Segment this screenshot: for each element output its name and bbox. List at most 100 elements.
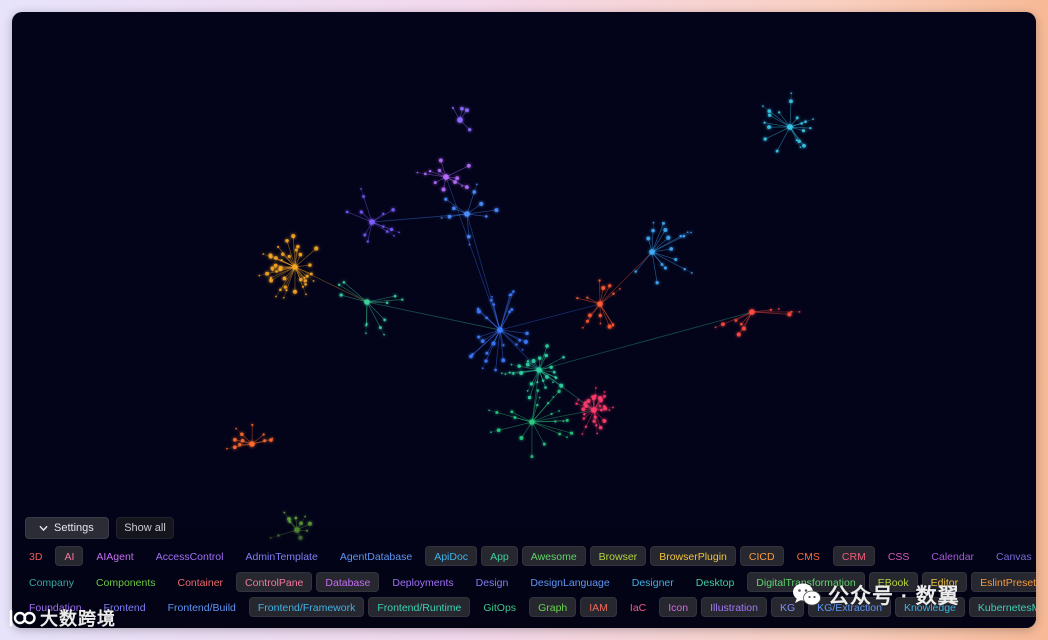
graph-node[interactable] <box>577 399 580 401</box>
graph-node[interactable] <box>581 326 584 329</box>
graph-node[interactable] <box>307 521 313 526</box>
graph-node[interactable] <box>714 326 717 329</box>
tag-chip[interactable]: CRM <box>832 546 875 566</box>
graph-node[interactable] <box>385 301 389 304</box>
graph-node[interactable] <box>232 445 237 450</box>
tag-chip[interactable]: 3D <box>20 546 51 566</box>
graph-node[interactable] <box>508 371 511 374</box>
graph-node[interactable] <box>576 297 579 300</box>
tag-chip[interactable]: Frontend/Runtime <box>368 597 471 617</box>
graph-node[interactable] <box>663 266 668 270</box>
graph-node[interactable] <box>592 419 596 423</box>
tag-chip[interactable]: Awesome <box>521 546 586 566</box>
graph-node[interactable] <box>586 398 591 403</box>
graph-node[interactable] <box>477 335 481 339</box>
graph-node[interactable] <box>663 227 668 233</box>
graph-node[interactable] <box>550 412 553 416</box>
graph-node[interactable] <box>552 381 554 384</box>
graph-node[interactable] <box>521 348 524 351</box>
graph-node[interactable] <box>294 516 298 520</box>
tag-chip[interactable]: EslintPreset <box>971 572 1036 592</box>
graph-node[interactable] <box>529 419 535 425</box>
graph-node[interactable] <box>581 433 584 435</box>
graph-node[interactable] <box>489 431 492 434</box>
graph-node[interactable] <box>598 279 601 282</box>
graph-node[interactable] <box>305 529 309 532</box>
tag-chip[interactable]: Design <box>467 572 518 592</box>
graph-node[interactable] <box>582 417 586 420</box>
graph-node[interactable] <box>263 439 267 443</box>
graph-node[interactable] <box>599 322 602 325</box>
graph-node[interactable] <box>455 176 460 181</box>
graph-node[interactable] <box>612 292 615 295</box>
graph-node[interactable] <box>452 206 456 211</box>
graph-node[interactable] <box>495 410 499 414</box>
graph-node[interactable] <box>597 301 603 307</box>
graph-node[interactable] <box>515 343 518 346</box>
graph-node[interactable] <box>469 354 473 359</box>
graph-node[interactable] <box>240 438 245 443</box>
graph-node[interactable] <box>382 212 385 215</box>
graph-node[interactable] <box>359 210 363 214</box>
graph-node[interactable] <box>652 221 655 224</box>
graph-node[interactable] <box>453 180 457 184</box>
graph-node[interactable] <box>494 368 497 372</box>
graph-node[interactable] <box>575 402 578 405</box>
graph-node[interactable] <box>490 298 493 302</box>
graph-node[interactable] <box>303 276 306 279</box>
graph-node[interactable] <box>542 442 546 446</box>
graph-node[interactable] <box>269 278 274 283</box>
graph-node[interactable] <box>608 284 612 288</box>
graph-node[interactable] <box>767 109 772 113</box>
graph-node[interactable] <box>763 137 767 141</box>
graph-node[interactable] <box>304 283 307 286</box>
graph-node[interactable] <box>601 285 606 291</box>
graph-node[interactable] <box>541 379 545 382</box>
graph-node[interactable] <box>661 221 665 225</box>
tag-chip[interactable]: AccessControl <box>147 546 233 566</box>
graph-node[interactable] <box>277 534 280 537</box>
graph-node[interactable] <box>527 395 532 400</box>
graph-node[interactable] <box>741 326 746 331</box>
tag-chip[interactable]: Frontend/Framework <box>248 597 365 617</box>
graph-node[interactable] <box>536 367 542 373</box>
graph-node[interactable] <box>485 351 489 355</box>
graph-node[interactable] <box>763 121 766 124</box>
graph-node[interactable] <box>554 376 558 380</box>
graph-node[interactable] <box>262 433 265 436</box>
graph-node[interactable] <box>674 257 678 262</box>
graph-node[interactable] <box>767 125 771 130</box>
graph-node[interactable] <box>444 197 448 201</box>
graph-node[interactable] <box>552 396 555 398</box>
graph-node[interactable] <box>382 225 385 228</box>
graph-node[interactable] <box>800 122 803 125</box>
graph-node[interactable] <box>790 310 793 313</box>
graph-node[interactable] <box>510 363 513 366</box>
graph-node[interactable] <box>441 187 446 192</box>
graph-node[interactable] <box>369 219 375 225</box>
graph-node[interactable] <box>389 227 394 232</box>
graph-node[interactable] <box>517 364 522 368</box>
graph-node[interactable] <box>485 316 488 320</box>
graph-node[interactable] <box>287 254 291 259</box>
graph-node[interactable] <box>270 266 275 271</box>
graph-node[interactable] <box>513 416 517 419</box>
graph-node[interactable] <box>393 294 397 298</box>
graph-node[interactable] <box>565 418 569 422</box>
graph-node[interactable] <box>777 111 781 114</box>
graph-node[interactable] <box>581 407 586 412</box>
graph-node[interactable] <box>500 372 503 375</box>
graph-node[interactable] <box>480 339 485 343</box>
graph-node[interactable] <box>457 117 463 123</box>
graph-node[interactable] <box>280 258 283 262</box>
graph-node[interactable] <box>510 308 514 312</box>
graph-node[interactable] <box>549 365 553 369</box>
graph-node[interactable] <box>518 339 522 342</box>
graph-node[interactable] <box>523 339 528 344</box>
graph-node[interactable] <box>598 404 602 407</box>
graph-node[interactable] <box>584 404 588 408</box>
graph-node[interactable] <box>491 295 493 298</box>
graph-node[interactable] <box>790 92 793 95</box>
graph-node[interactable] <box>240 432 244 436</box>
graph-node[interactable] <box>277 245 280 248</box>
